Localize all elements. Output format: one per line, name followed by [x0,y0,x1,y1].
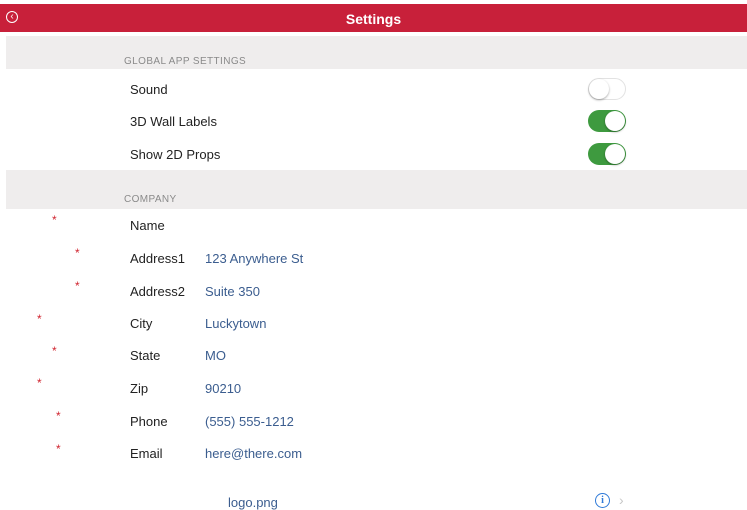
name-label: Name [130,218,165,233]
phone-field[interactable]: (555) 555-1212 [205,414,294,429]
zip-label: Zip [130,381,149,396]
wall-labels-label: 3D Wall Labels [130,114,217,129]
required-marker: * [75,279,80,293]
info-icon[interactable]: i [595,493,610,508]
wall-labels-toggle[interactable] [588,110,626,132]
sound-toggle[interactable] [588,78,626,100]
address1-label: Address1 [130,251,185,266]
required-marker: * [75,246,80,260]
required-marker: * [37,312,42,326]
address2-field[interactable]: Suite 350 [205,284,260,299]
show-props-toggle[interactable] [588,143,626,165]
required-marker: * [52,213,57,227]
section-label-company: COMPANY [124,194,177,205]
page-title: Settings [345,11,402,27]
state-field[interactable]: MO [205,348,226,363]
email-field[interactable]: here@there.com [205,446,302,461]
toggle-knob [589,79,609,99]
logo-file-label[interactable]: logo.png [228,495,278,510]
chevron-right-icon[interactable]: › [619,492,624,508]
email-label: Email [130,446,163,461]
required-marker: * [52,344,57,358]
address1-field[interactable]: 123 Anywhere St [205,251,303,266]
city-label: City [130,316,153,331]
show-props-label: Show 2D Props [130,147,221,162]
city-field[interactable]: Luckytown [205,316,266,331]
phone-label: Phone [130,414,168,429]
state-label: State [130,348,161,363]
section-header-global [6,36,747,69]
toggle-knob [605,111,625,131]
address2-label: Address2 [130,284,185,299]
section-header-company [6,170,747,209]
required-marker: * [56,442,61,456]
toggle-knob [605,144,625,164]
sound-label: Sound [130,82,168,97]
nav-bar: ‹ Settings [0,4,747,32]
required-marker: * [56,409,61,423]
section-label-global: GLOBAL APP SETTINGS [124,56,247,67]
zip-field[interactable]: 90210 [205,381,241,396]
required-marker: * [37,376,42,390]
